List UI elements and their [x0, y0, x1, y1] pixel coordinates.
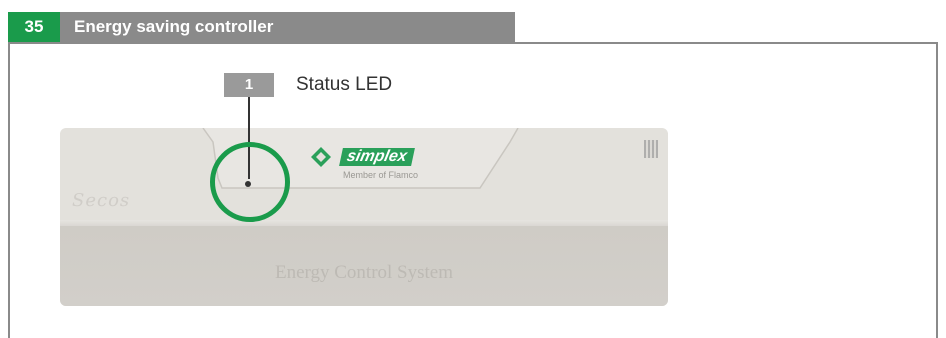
callout-number: 1: [224, 73, 274, 97]
product-line-label: Energy Control System: [274, 262, 454, 283]
controller-device-image: Secos simplex Member of Flamco Energy Co…: [60, 128, 668, 306]
right-frame-line: [936, 42, 938, 338]
brand-logo-text: simplex: [339, 148, 415, 166]
simplex-logo-icon: [311, 147, 331, 167]
section-number: 35: [8, 12, 60, 42]
status-led-highlight-circle: [210, 142, 290, 222]
header-rule: [8, 42, 938, 44]
left-frame-line: [8, 42, 10, 338]
section-header: 35 Energy saving controller: [8, 12, 515, 42]
qr-code-icon: [644, 140, 658, 158]
callout-label: Status LED: [296, 74, 393, 95]
brand-tagline: Member of Flamco: [343, 170, 419, 180]
section-title: Energy saving controller: [74, 17, 274, 36]
model-name: Secos: [72, 190, 131, 211]
